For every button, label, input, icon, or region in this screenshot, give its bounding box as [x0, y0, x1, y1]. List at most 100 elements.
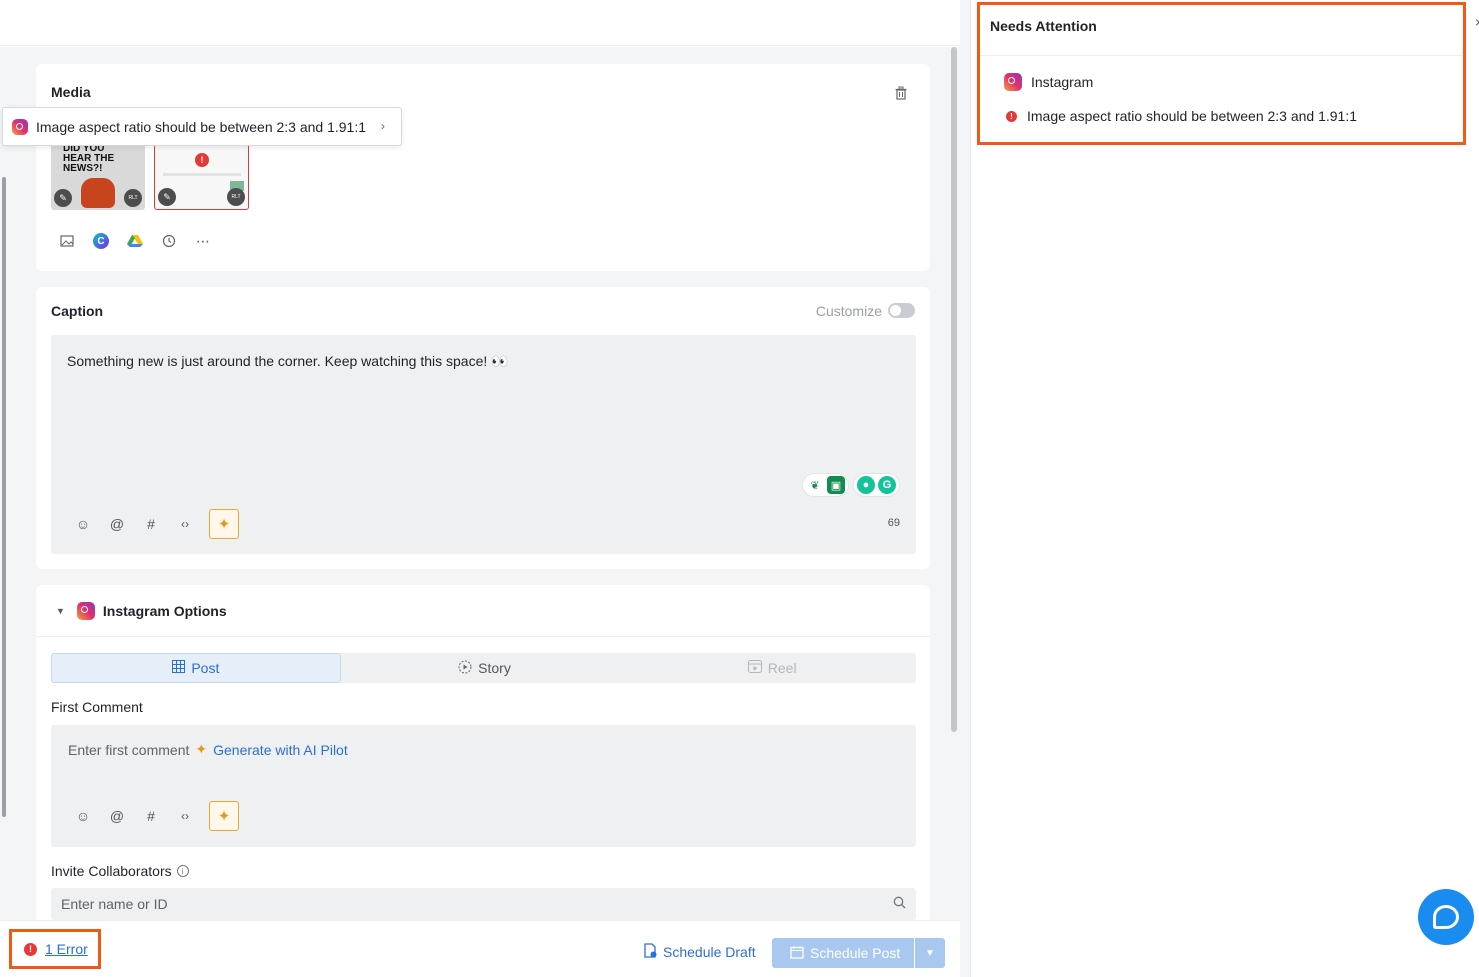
- image-upload-icon[interactable]: [58, 232, 76, 250]
- schedule-post-label: Schedule Post: [810, 945, 901, 961]
- ai-sparkle-button[interactable]: ✦: [209, 801, 239, 831]
- emoji-icon[interactable]: ☺: [73, 514, 93, 534]
- issue-row[interactable]: ! Image aspect ratio should be between 2…: [1006, 108, 1357, 124]
- close-icon[interactable]: ×: [1475, 14, 1479, 30]
- caption-title: Caption: [51, 303, 104, 319]
- composer-scrollbar[interactable]: [951, 47, 957, 732]
- invite-collaborators-label-row: Invite Collaborators i: [51, 863, 189, 879]
- media-toolbar: C ⋯: [58, 232, 212, 250]
- tab-reel[interactable]: Reel: [628, 653, 916, 683]
- hashtag-icon[interactable]: #: [141, 514, 161, 534]
- code-icon[interactable]: ‹›: [175, 514, 195, 534]
- needs-attention-panel: Needs Attention Instagram ! Image aspect…: [970, 0, 1479, 977]
- caption-card: Caption Customize Something new is just …: [36, 287, 930, 569]
- needs-attention-box: Needs Attention Instagram ! Image aspect…: [977, 2, 1466, 145]
- error-count-link[interactable]: 1 Error: [45, 941, 88, 957]
- bot-icon[interactable]: ▣: [827, 476, 845, 494]
- issue-message[interactable]: Image aspect ratio should be between 2:3…: [1027, 108, 1357, 124]
- first-comment-label: First Comment: [51, 699, 143, 715]
- first-comment-placeholder[interactable]: Enter first comment: [68, 742, 189, 758]
- first-comment-editor[interactable]: Enter first comment ✦ Generate with AI P…: [51, 725, 916, 847]
- google-drive-icon[interactable]: [126, 232, 144, 250]
- post-type-tabs: Post Story Reel: [51, 653, 916, 683]
- schedule-draft-button[interactable]: Schedule Draft: [644, 943, 756, 961]
- tab-post[interactable]: Post: [51, 653, 341, 683]
- history-icon[interactable]: [160, 232, 178, 250]
- caption-toolbar: ☺ @ # ‹› ✦: [73, 509, 239, 539]
- caption-text[interactable]: Something new is just around the corner.…: [67, 353, 509, 370]
- media-title: Media: [51, 84, 91, 100]
- trash-icon[interactable]: [894, 86, 908, 100]
- chat-icon: [1433, 905, 1459, 929]
- panel-divider: [960, 0, 970, 977]
- emoji-icon[interactable]: ☺: [73, 806, 93, 826]
- alt-text-icon[interactable]: RLT: [227, 188, 245, 206]
- instagram-options-card: ▼ Instagram Options Post Story Reel Firs…: [36, 585, 930, 920]
- instagram-icon: [1004, 73, 1022, 91]
- media-thumbnail-error[interactable]: ! ✎ RLT: [154, 144, 249, 210]
- customize-toggle[interactable]: [888, 303, 915, 318]
- first-comment-toolbar: ☺ @ # ‹› ✦: [73, 801, 239, 831]
- media-thumbnail[interactable]: DID YOU HEAR THE NEWS?! ✎ RLT: [51, 144, 145, 210]
- platform-name: Instagram: [1031, 74, 1094, 90]
- search-icon[interactable]: [893, 896, 906, 912]
- top-bar: [0, 0, 960, 46]
- aspect-ratio-tooltip[interactable]: Image aspect ratio should be between 2:3…: [2, 107, 402, 146]
- left-scrollbar[interactable]: [2, 177, 6, 817]
- instagram-options-title: Instagram Options: [102, 602, 227, 619]
- thumbnail-content: [163, 173, 241, 176]
- calendar-icon: [790, 945, 804, 962]
- error-icon: !: [24, 942, 37, 956]
- assistant-group-1[interactable]: ❦ ▣: [802, 473, 849, 497]
- mention-icon[interactable]: @: [107, 806, 127, 826]
- grammarly-icon[interactable]: G: [878, 476, 896, 494]
- divider: [980, 55, 1463, 56]
- bulb-icon[interactable]: ●: [857, 476, 875, 494]
- invite-collaborators-label: Invite Collaborators: [51, 863, 172, 879]
- mention-icon[interactable]: @: [107, 514, 127, 534]
- story-icon: [458, 660, 472, 677]
- grid-icon: [172, 660, 186, 676]
- alt-text-icon[interactable]: RLT: [124, 189, 142, 207]
- edit-icon[interactable]: ✎: [54, 189, 72, 207]
- sparkle-icon: ✦: [195, 741, 208, 757]
- canva-icon[interactable]: C: [92, 232, 110, 250]
- chat-support-button[interactable]: [1418, 889, 1474, 945]
- tab-story[interactable]: Story: [341, 653, 629, 683]
- chevron-down-icon[interactable]: ▼: [56, 606, 65, 616]
- generate-with-ai-link[interactable]: Generate with AI Pilot: [213, 742, 348, 758]
- media-card: Media Image aspect ratio should be betwe…: [2, 64, 930, 271]
- more-icon[interactable]: ⋯: [194, 232, 212, 250]
- error-icon: !: [195, 153, 209, 167]
- hashtag-icon[interactable]: #: [141, 806, 161, 826]
- leaf-icon[interactable]: ❦: [806, 476, 824, 494]
- chevron-down-icon[interactable]: ▼: [915, 948, 945, 959]
- composer-footer: ! 1 Error Schedule Draft Schedule Post ▼: [0, 920, 960, 977]
- edit-icon[interactable]: ✎: [158, 188, 176, 206]
- thumbnail-image: [81, 178, 115, 208]
- code-icon[interactable]: ‹›: [175, 806, 195, 826]
- tooltip-text: Image aspect ratio should be between 2:3…: [36, 118, 367, 135]
- info-icon[interactable]: i: [176, 865, 189, 877]
- tab-post-label: Post: [191, 660, 220, 676]
- invite-placeholder: Enter name or ID: [61, 896, 168, 912]
- first-comment-placeholder-row: Enter first comment ✦ Generate with AI P…: [68, 741, 348, 758]
- error-indicator[interactable]: ! 1 Error: [9, 929, 101, 969]
- tab-story-label: Story: [478, 660, 511, 676]
- ai-sparkle-button[interactable]: ✦: [209, 509, 239, 539]
- instagram-options-header[interactable]: ▼ Instagram Options: [36, 585, 930, 637]
- composer-panel: Media Image aspect ratio should be betwe…: [0, 47, 960, 920]
- schedule-post-main[interactable]: Schedule Post: [772, 938, 915, 968]
- instagram-icon: [76, 601, 95, 620]
- customize-label: Customize: [815, 303, 882, 319]
- invite-collaborators-input[interactable]: Enter name or ID: [51, 888, 916, 920]
- schedule-draft-label: Schedule Draft: [663, 944, 756, 960]
- assistant-group-2[interactable]: ● G: [853, 473, 900, 497]
- error-icon: !: [1006, 110, 1017, 122]
- chevron-right-icon: ›: [381, 119, 385, 133]
- thumbnail-text: DID YOU HEAR THE NEWS?!: [63, 144, 115, 174]
- needs-attention-title: Needs Attention: [990, 18, 1097, 34]
- schedule-post-button[interactable]: Schedule Post ▼: [772, 938, 945, 968]
- draft-calendar-icon: [644, 943, 657, 961]
- caption-editor[interactable]: Something new is just around the corner.…: [51, 335, 916, 554]
